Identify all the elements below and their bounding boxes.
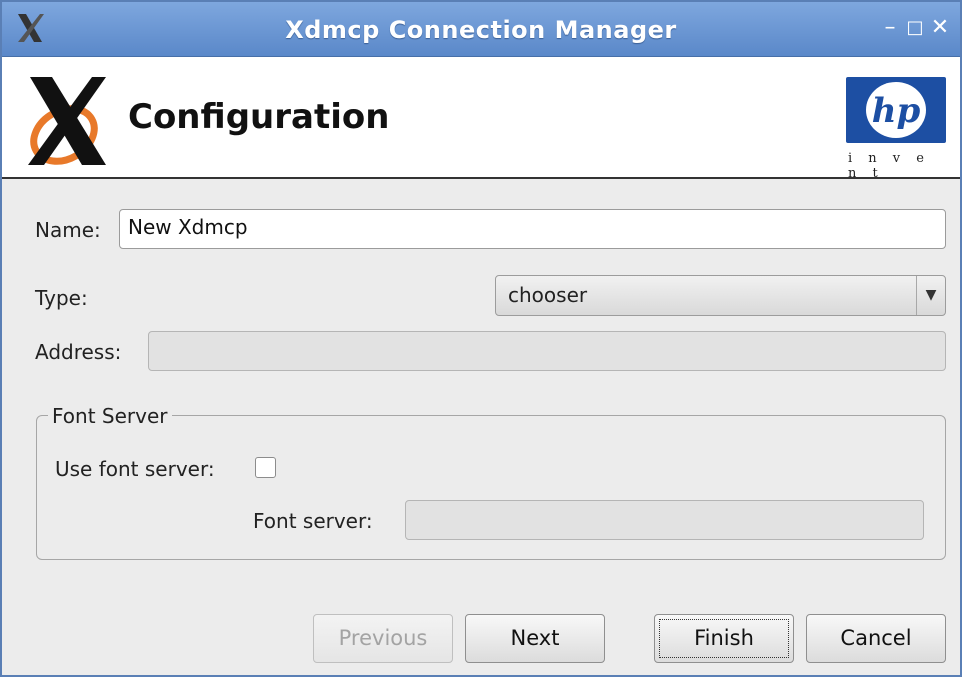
hp-logo-text: hp	[872, 91, 921, 131]
finish-button[interactable]: Finish	[654, 614, 794, 663]
hp-mark-icon: hp	[866, 82, 926, 138]
name-input-value: New Xdmcp	[128, 215, 248, 239]
dialog-window: Xdmcp Connection Manager – □ ✕ Configura…	[0, 0, 962, 677]
font-server-input[interactable]	[405, 500, 924, 540]
previous-button[interactable]: Previous	[313, 614, 453, 663]
use-font-server-checkbox[interactable]	[255, 457, 276, 478]
maximize-button[interactable]: □	[903, 16, 927, 40]
hp-logo: hp i n v e n t	[842, 73, 952, 181]
title-bar[interactable]: Xdmcp Connection Manager – □ ✕	[2, 2, 960, 57]
use-font-server-label: Use font server:	[55, 457, 215, 481]
window-title: Xdmcp Connection Manager	[285, 16, 677, 44]
minimize-button[interactable]: –	[878, 16, 902, 40]
type-select[interactable]: chooser ▼	[495, 275, 946, 316]
address-input[interactable]	[148, 331, 946, 371]
cancel-button[interactable]: Cancel	[806, 614, 946, 663]
hp-tagline: i n v e n t	[848, 151, 930, 181]
address-label: Address:	[35, 340, 122, 364]
font-server-label: Font server:	[253, 509, 373, 533]
font-server-group-title: Font Server	[48, 404, 172, 428]
next-button[interactable]: Next	[465, 614, 605, 663]
header-banner: Configuration hp i n v e n t	[2, 57, 960, 181]
x-window-system-logo	[28, 77, 106, 165]
page-title: Configuration	[128, 97, 390, 137]
hp-logo-box: hp	[846, 77, 946, 143]
chevron-down-icon[interactable]: ▼	[916, 276, 945, 315]
type-label: Type:	[35, 286, 88, 310]
type-select-value: chooser	[508, 283, 588, 307]
close-button[interactable]: ✕	[928, 16, 952, 40]
name-input[interactable]: New Xdmcp	[119, 209, 946, 249]
name-label: Name:	[35, 218, 101, 242]
